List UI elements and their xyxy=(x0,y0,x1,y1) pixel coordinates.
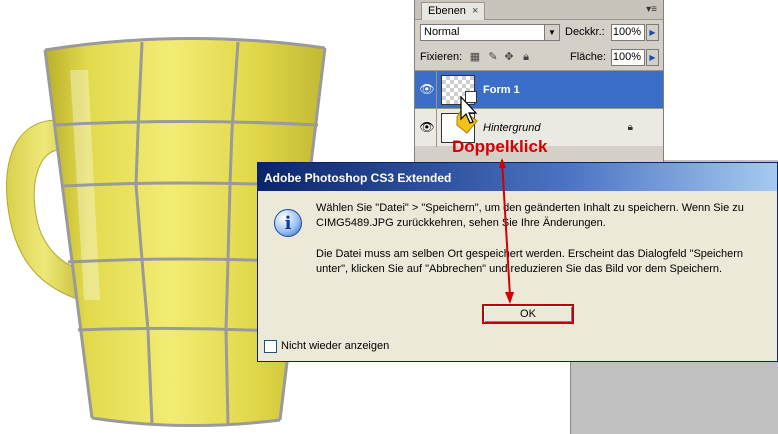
panel-menu-icon[interactable]: ▾≡ xyxy=(646,4,657,15)
dialog-message: Wählen Sie "Datei" > "Speichern", um den… xyxy=(316,202,744,229)
lock-icon: 🔒︎ xyxy=(627,122,633,133)
lock-all-icon[interactable]: 🔒︎ xyxy=(520,51,532,63)
blend-mode-select[interactable]: Normal ▼ xyxy=(420,24,560,41)
blend-mode-value: Normal xyxy=(424,26,460,38)
message-dialog: Adobe Photoshop CS3 Extended i Wählen Si… xyxy=(257,162,778,362)
eye-icon[interactable]: 👁︎ xyxy=(419,120,435,134)
chevron-down-icon[interactable]: ▼ xyxy=(544,25,559,40)
tab-close-icon[interactable]: × xyxy=(472,5,478,17)
dont-show-again-label[interactable]: Nicht wieder anzeigen xyxy=(281,340,389,352)
pointer-cursor-icon xyxy=(456,95,478,134)
fill-label: Fläche: xyxy=(570,51,607,63)
opacity-slider-arrow-icon[interactable]: ▶ xyxy=(646,24,659,41)
opacity-label: Deckkr.: xyxy=(565,26,605,38)
ok-button[interactable]: OK xyxy=(482,304,574,324)
panel-tabbar: Ebenen × ▾≡ xyxy=(415,0,663,20)
annotation-label: Doppelklick xyxy=(452,137,548,156)
lock-row: Fixieren: ▦ ✎ ✥ 🔒︎ Fläche: 100% ▶ xyxy=(415,46,663,68)
lock-position-icon[interactable]: ✥ xyxy=(503,51,515,63)
dialog-title: Adobe Photoshop CS3 Extended xyxy=(264,171,452,185)
lock-label: Fixieren: xyxy=(420,51,463,63)
tab-layers-label: Ebenen xyxy=(428,5,466,17)
dont-show-again-checkbox[interactable] xyxy=(264,340,277,353)
visibility-toggle[interactable]: 👁︎ xyxy=(415,71,437,109)
dialog-message: Die Datei muss am selben Ort gespeichert… xyxy=(316,248,744,275)
lock-pixels-icon[interactable]: ✎ xyxy=(487,51,499,63)
tab-layers[interactable]: Ebenen × xyxy=(421,2,486,20)
dialog-title-bar[interactable]: Adobe Photoshop CS3 Extended xyxy=(258,163,777,191)
opacity-input[interactable]: 100% xyxy=(611,24,645,41)
layer-name: Form 1 xyxy=(483,84,520,96)
visibility-toggle[interactable]: 👁︎ xyxy=(415,109,437,147)
lock-transparency-icon[interactable]: ▦ xyxy=(469,51,481,63)
info-icon: i xyxy=(274,209,302,237)
eye-icon[interactable]: 👁︎ xyxy=(419,82,435,96)
fill-input[interactable]: 100% xyxy=(611,49,645,66)
layer-name: Hintergrund xyxy=(483,122,541,134)
fill-slider-arrow-icon[interactable]: ▶ xyxy=(646,49,659,66)
